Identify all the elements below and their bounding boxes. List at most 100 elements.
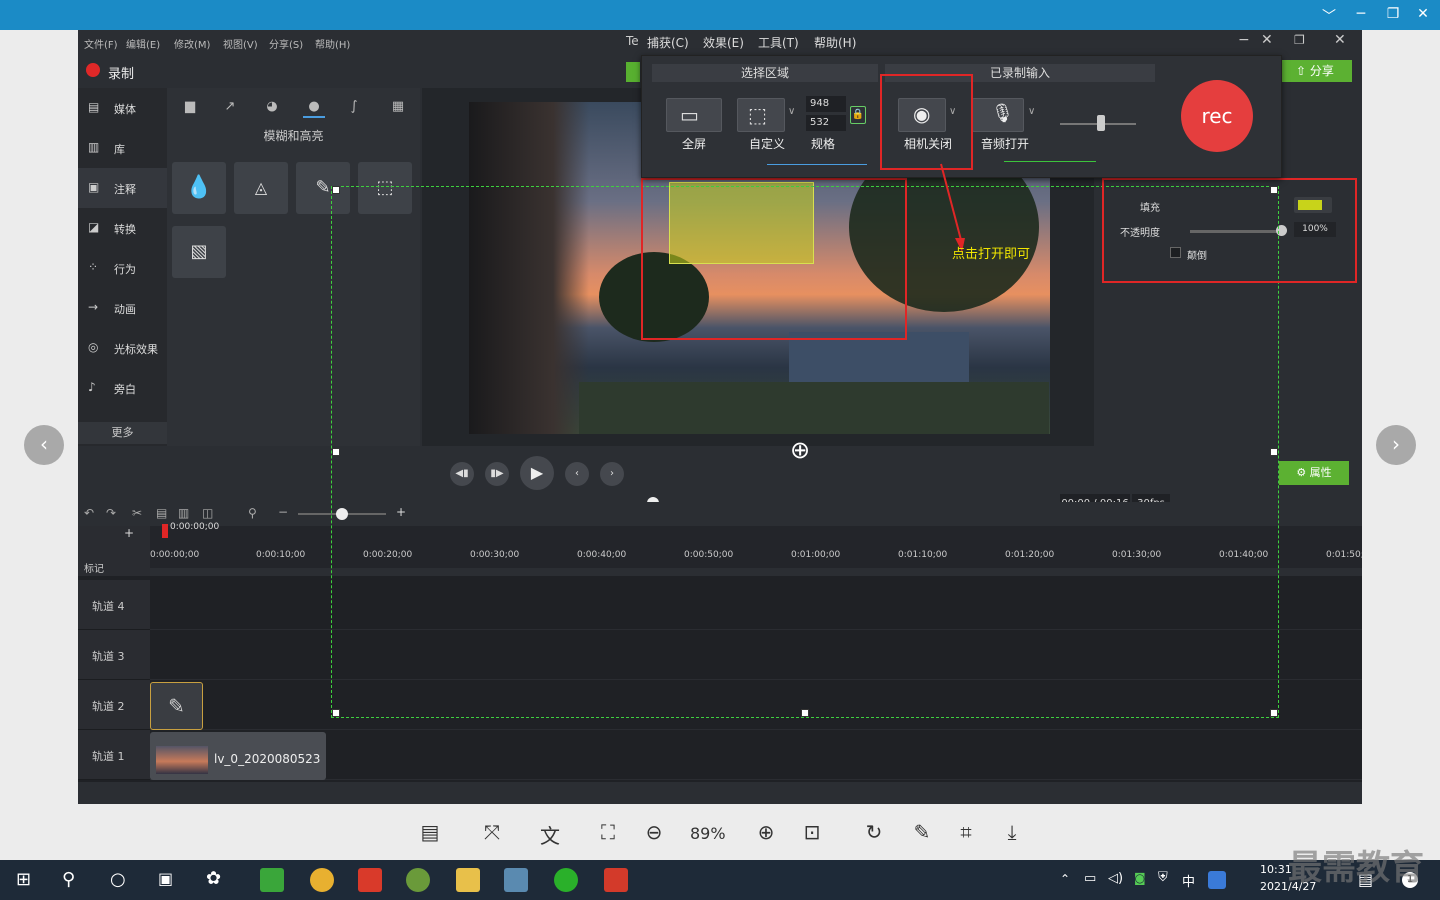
ime-indicator[interactable]: 中: [1182, 871, 1195, 890]
record-label[interactable]: 录制: [108, 63, 134, 82]
download-icon[interactable]: ⤓: [998, 820, 1026, 844]
wps-icon[interactable]: [358, 868, 382, 892]
paste-icon[interactable]: ▥: [178, 506, 189, 520]
audio-toggle-button[interactable]: 🎙: [972, 98, 1024, 132]
pixelate-tile-icon[interactable]: ▧: [172, 226, 226, 278]
audio-volume-handle[interactable]: [1097, 115, 1105, 131]
recorder-minimize[interactable]: −: [1238, 32, 1250, 48]
blur-tile-icon[interactable]: 💧: [172, 162, 226, 214]
copy-icon[interactable]: ▤: [156, 506, 167, 520]
recorder-close[interactable]: ✕: [1261, 32, 1273, 48]
track-label-4[interactable]: 轨道 4: [78, 580, 150, 630]
menu-capture[interactable]: 捕获(C): [647, 34, 689, 51]
actual-size-icon[interactable]: ⊡: [798, 820, 826, 844]
undo-icon[interactable]: ↶: [84, 506, 94, 520]
lock-icon[interactable]: 🔒: [850, 106, 866, 124]
app-close[interactable]: ✕: [1334, 32, 1346, 48]
wechat-icon[interactable]: [554, 868, 578, 892]
camtasia-red-icon[interactable]: [604, 868, 628, 892]
sidebar-more-button[interactable]: 更多: [78, 422, 167, 444]
split-icon[interactable]: ◫: [202, 506, 213, 520]
resize-handle[interactable]: [1270, 709, 1278, 717]
record-button[interactable]: rec: [1181, 80, 1253, 152]
menu-help[interactable]: 帮助(H): [315, 36, 350, 51]
resize-handle[interactable]: [332, 448, 340, 456]
app-restore[interactable]: ❐: [1294, 33, 1305, 47]
notepad-icon[interactable]: [504, 868, 528, 892]
resize-handle[interactable]: [801, 709, 809, 717]
zoom-search-icon[interactable]: ⚲: [248, 506, 257, 520]
search-icon[interactable]: ⚲: [62, 869, 75, 890]
track-label-2[interactable]: 轨道 2: [78, 680, 150, 730]
blur-tab-icon[interactable]: ●: [303, 96, 325, 118]
menu-share[interactable]: 分享(S): [269, 36, 303, 51]
sidebar-item-transition[interactable]: ◪ 转换: [78, 208, 167, 248]
prev-image-button[interactable]: ‹: [24, 425, 64, 465]
windows-start-icon[interactable]: ⊞: [16, 869, 31, 890]
volume-icon[interactable]: ◁): [1108, 871, 1123, 886]
sidebar-item-cursor[interactable]: ◎ 光标效果: [78, 328, 167, 368]
track-label-1[interactable]: 轨道 1: [78, 730, 150, 780]
resize-handle[interactable]: [332, 709, 340, 717]
watermelon-icon[interactable]: [406, 868, 430, 892]
add-track-icon[interactable]: +: [124, 526, 134, 540]
clock-time[interactable]: 10:31: [1260, 863, 1292, 876]
security-icon[interactable]: ⛨: [1158, 870, 1168, 885]
sidebar-item-animation[interactable]: → 动画: [78, 288, 167, 328]
menu-tools[interactable]: 工具(T): [758, 34, 799, 51]
close-button[interactable]: ✕: [1412, 6, 1434, 22]
arrow-tab-icon[interactable]: ↗: [219, 96, 241, 118]
cortana-icon[interactable]: ○: [110, 869, 126, 890]
audio-dropdown-icon[interactable]: ∨: [1028, 106, 1035, 117]
marker-label[interactable]: 标记: [84, 560, 104, 575]
playhead-marker[interactable]: [162, 524, 168, 538]
share-button[interactable]: ⇧ 分享: [1278, 60, 1352, 82]
properties-button[interactable]: ⚙ 属性: [1279, 461, 1349, 485]
tray-up-icon[interactable]: ⌃: [1060, 872, 1070, 886]
chrome-icon[interactable]: [310, 868, 334, 892]
sketch-tab-icon[interactable]: ∫: [343, 96, 365, 118]
menu-help-2[interactable]: 帮助(H): [814, 34, 856, 51]
sidebar-item-library[interactable]: ▥ 库: [78, 128, 167, 168]
menu-file[interactable]: 文件(F): [84, 36, 118, 51]
pinwheel-app-icon[interactable]: ✿: [206, 868, 221, 889]
collapse-icon[interactable]: ﹀: [1318, 6, 1340, 26]
zoom-out-icon[interactable]: ⊖: [640, 820, 668, 844]
menu-effects[interactable]: 效果(E): [703, 34, 744, 51]
menu-view[interactable]: 视图(V): [223, 36, 258, 51]
menu-modify[interactable]: 修改(M): [174, 36, 210, 51]
rotate-icon[interactable]: ↻: [860, 820, 888, 844]
callout-tab-icon[interactable]: ▆: [179, 96, 201, 118]
crop-icon[interactable]: ⌗: [952, 820, 980, 844]
restore-button[interactable]: ❐: [1382, 6, 1404, 22]
track-row-1[interactable]: [150, 730, 1362, 780]
menu-edit[interactable]: 编辑(E): [126, 36, 160, 51]
fullscreen-button[interactable]: ▭: [666, 98, 722, 132]
video-clip[interactable]: lv_0_2020080523: [150, 732, 326, 780]
task-view-icon[interactable]: ▣: [158, 869, 173, 888]
nvidia-icon[interactable]: ◙: [1134, 871, 1146, 885]
shape-tab-icon[interactable]: ◕: [261, 96, 283, 118]
sidebar-item-annotation[interactable]: ▣ 注释: [78, 168, 167, 208]
custom-dropdown-icon[interactable]: ∨: [788, 106, 795, 117]
move-crosshair-icon[interactable]: ⊕: [790, 436, 810, 464]
layout-icon[interactable]: ▤: [416, 820, 444, 844]
keystroke-tab-icon[interactable]: ▦: [387, 96, 409, 118]
sidebar-item-voiceover[interactable]: ♪ 旁白: [78, 368, 167, 408]
fit-icon[interactable]: ⤧: [478, 820, 506, 844]
file-explorer-icon[interactable]: [456, 868, 480, 892]
track-label-3[interactable]: 轨道 3: [78, 630, 150, 680]
highlight-tile-icon[interactable]: ◬: [234, 162, 288, 214]
resize-handle[interactable]: [1270, 448, 1278, 456]
translate-icon[interactable]: 文: [536, 820, 564, 849]
width-input[interactable]: 948: [806, 96, 846, 112]
cut-icon[interactable]: ✂: [132, 506, 142, 520]
height-input[interactable]: 532: [806, 115, 846, 131]
network-icon[interactable]: ▭: [1084, 871, 1096, 886]
qq-icon[interactable]: [1208, 871, 1226, 889]
camtasia-green-icon[interactable]: [260, 868, 284, 892]
sidebar-item-media[interactable]: ▤ 媒体: [78, 88, 167, 128]
zoom-in-icon[interactable]: ⊕: [752, 820, 780, 844]
annotation-clip[interactable]: ✎: [150, 682, 203, 730]
redo-icon[interactable]: ↷: [106, 506, 116, 520]
